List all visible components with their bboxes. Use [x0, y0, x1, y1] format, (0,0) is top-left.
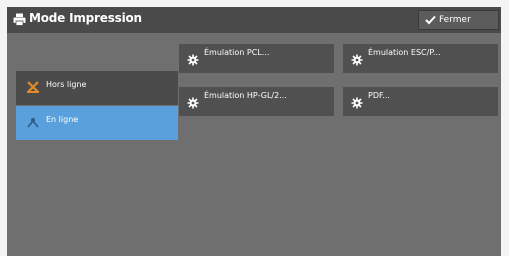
offline-icon — [27, 81, 39, 93]
gear-icon — [351, 54, 363, 66]
sidebar-item-online[interactable]: En ligne — [16, 106, 178, 140]
print-mode-screen: Mode Impression Fermer Hors ligne En lig… — [7, 7, 501, 256]
printer-icon — [13, 13, 26, 26]
button-label: Émulation HP-GL/2... — [204, 91, 287, 100]
hpgl2-emulation-button[interactable]: Émulation HP-GL/2... — [179, 87, 334, 116]
close-button[interactable]: Fermer — [418, 10, 499, 30]
button-label: PDF... — [368, 91, 390, 100]
pdf-button[interactable]: PDF... — [343, 87, 498, 116]
sidebar-item-label: En ligne — [46, 115, 79, 124]
online-icon — [27, 118, 39, 128]
checkmark-icon — [425, 15, 436, 25]
pcl-emulation-button[interactable]: Émulation PCL... — [179, 44, 334, 73]
page-title: Mode Impression — [29, 11, 142, 25]
sidebar-item-label: Hors ligne — [46, 80, 87, 89]
sidebar-item-offline[interactable]: Hors ligne — [16, 71, 178, 105]
escp-emulation-button[interactable]: Émulation ESC/P... — [343, 44, 498, 73]
close-button-label: Fermer — [439, 15, 471, 25]
title-bar: Mode Impression Fermer — [7, 7, 501, 33]
button-label: Émulation PCL... — [204, 48, 270, 57]
gear-icon — [187, 54, 199, 66]
gear-icon — [187, 97, 199, 109]
button-label: Émulation ESC/P... — [368, 48, 441, 57]
gear-icon — [351, 97, 363, 109]
